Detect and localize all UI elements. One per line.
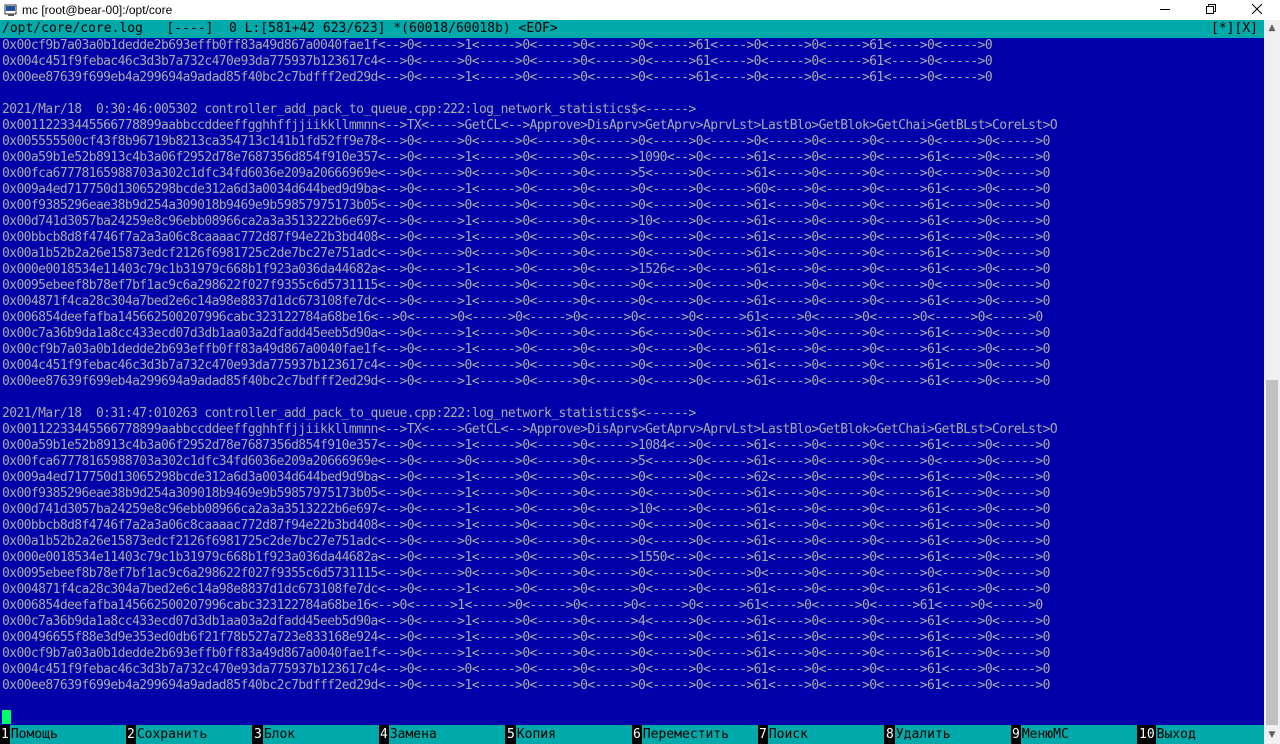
text-line[interactable]: 0x00f9385296eae38b9d254a309018b9469e9b59…	[2, 198, 1264, 214]
restore-icon	[1206, 4, 1216, 14]
text-line[interactable]: 0x00ee87639f699eb4a299694a9adad85f40bc2c…	[2, 70, 1264, 86]
fkey-number: 5	[506, 725, 516, 744]
fkey-4[interactable]: 4 Замена	[379, 725, 505, 744]
fkey-10[interactable]: 10 Выход	[1138, 725, 1264, 744]
fkey-number: 7	[758, 725, 768, 744]
text-line[interactable]	[2, 86, 1264, 102]
text-line[interactable]: 0x00fca67778165988703a302c1dfc34fd6036e2…	[2, 454, 1264, 470]
text-line[interactable]: 0x006854deefafba145662500207996cabc32312…	[2, 310, 1264, 326]
text-line[interactable]: 0x00f9385296eae38b9d254a309018b9469e9b59…	[2, 486, 1264, 502]
text-line[interactable]: 0x009a4ed717750d13065298bcde312a6d3a0034…	[2, 470, 1264, 486]
scroll-down-arrow-icon[interactable]: ▼	[1264, 727, 1280, 744]
vertical-scrollbar[interactable]: ▲ ▼	[1264, 20, 1280, 744]
fkey-1[interactable]: 1 Помощь	[0, 725, 126, 744]
fkey-2[interactable]: 2 Сохранить	[126, 725, 252, 744]
fkey-label: Удалить	[894, 725, 1011, 744]
text-line[interactable]: 0x000e0018534e11403c79c1b31979c668b1f923…	[2, 262, 1264, 278]
text-line[interactable]: 0x00ee87639f699eb4a299694a9adad85f40bc2c…	[2, 678, 1264, 694]
text-line[interactable]: 0x0095ebeef8b78ef7bf1ac9c6a298622f027f93…	[2, 566, 1264, 582]
maximize-button[interactable]	[1188, 0, 1234, 20]
fkey-3[interactable]: 3 Блок	[253, 725, 379, 744]
text-cursor	[2, 710, 11, 724]
text-line[interactable]: 0x00cf9b7a03a0b1dedde2b693effb0ff83a49d8…	[2, 342, 1264, 358]
text-line[interactable]: 2021/Mar/18 0:31:47:010263 controller_ad…	[2, 406, 1264, 422]
text-line[interactable]: 2021/Mar/18 0:30:46:005302 controller_ad…	[2, 102, 1264, 118]
text-line[interactable]: 0x004c451f9febac46c3d3b7a732c470e93da775…	[2, 54, 1264, 70]
text-line[interactable]: 0x000e0018534e11403c79c1b31979c668b1f923…	[2, 550, 1264, 566]
window-title: mc [root@bear-00]:/opt/core	[22, 3, 173, 17]
fkey-8[interactable]: 8 Удалить	[885, 725, 1011, 744]
fkey-5[interactable]: 5 Копия	[506, 725, 632, 744]
fkey-label: Поиск	[767, 725, 884, 744]
window-titlebar: mc [root@bear-00]:/opt/core	[0, 0, 1280, 20]
fkey-number: 6	[632, 725, 642, 744]
close-button[interactable]	[1234, 0, 1280, 20]
text-line[interactable]: 0x00a1b52b2a26e15873edcf2126f6981725c2de…	[2, 534, 1264, 550]
fkey-number: 10	[1138, 725, 1156, 744]
text-line[interactable]: 0x00112233445566778899aabbccddeeffgghhff…	[2, 118, 1264, 134]
text-line[interactable]: 0x009a4ed717750d13065298bcde312a6d3a0034…	[2, 182, 1264, 198]
function-key-bar: 1 Помощь 2 Сохранить 3 Блок 4 Замена 5 Копия 6 Пере…	[0, 725, 1264, 744]
text-line[interactable]: 0x00cf9b7a03a0b1dedde2b693effb0ff83a49d8…	[2, 38, 1264, 54]
fkey-number: 2	[126, 725, 136, 744]
fkey-6[interactable]: 6 Переместить	[632, 725, 758, 744]
minimize-button[interactable]	[1142, 0, 1188, 20]
text-line[interactable]: 0x004871f4ca28c304a7bed2e6c14a98e8837d1d…	[2, 582, 1264, 598]
close-icon	[1251, 3, 1263, 15]
text-line[interactable]: 0x00bbcb8d8f4746f7a2a3a06c8caaaac772d87f…	[2, 230, 1264, 246]
text-line[interactable]: 0x004c451f9febac46c3d3b7a732c470e93da775…	[2, 358, 1264, 374]
editor-terminal[interactable]: /opt/core/core.log [----] 0 L:[581+42 62…	[0, 20, 1264, 744]
text-line[interactable]: 0x00bbcb8d8f4746f7a2a3a06c8caaaac772d87f…	[2, 518, 1264, 534]
text-line[interactable]: 0x0095ebeef8b78ef7bf1ac9c6a298622f027f93…	[2, 278, 1264, 294]
fkey-number: 1	[0, 725, 10, 744]
minimize-icon	[1160, 9, 1170, 10]
text-line[interactable]: 0x00ee87639f699eb4a299694a9adad85f40bc2c…	[2, 374, 1264, 390]
text-line[interactable]: 0x00c7a36b9da1a8cc433ecd07d3db1aa03a2dfa…	[2, 326, 1264, 342]
editor-status-bar: /opt/core/core.log [----] 0 L:[581+42 62…	[0, 20, 1264, 38]
fkey-label: Копия	[515, 725, 632, 744]
text-line[interactable]: 0x00a1b52b2a26e15873edcf2126f6981725c2de…	[2, 246, 1264, 262]
text-line[interactable]: 0x00496655f88e3d9e353ed0db6f21f78b527a72…	[2, 630, 1264, 646]
text-line[interactable]: 0x00112233445566778899aabbccddeeffgghhff…	[2, 422, 1264, 438]
fkey-label: Сохранить	[135, 725, 252, 744]
fkey-number: 4	[379, 725, 389, 744]
text-line[interactable]: 0x004871f4ca28c304a7bed2e6c14a98e8837d1d…	[2, 294, 1264, 310]
fkey-9[interactable]: 9 МенюMC	[1011, 725, 1137, 744]
text-line[interactable]: 0x00d741d3057ba24259e8c96ebb08966ca2a3a3…	[2, 214, 1264, 230]
text-line[interactable]: 0x00a59b1e52b8913c4b3a06f2952d78e7687356…	[2, 438, 1264, 454]
text-line[interactable]: 0x00cf9b7a03a0b1dedde2b693effb0ff83a49d8…	[2, 646, 1264, 662]
fkey-number: 8	[885, 725, 895, 744]
fkey-label: Блок	[262, 725, 379, 744]
file-status: /opt/core/core.log [----] 0 L:[581+42 62…	[2, 21, 558, 36]
file-content[interactable]: 0x00cf9b7a03a0b1dedde2b693effb0ff83a49d8…	[2, 38, 1264, 694]
scrollbar-thumb[interactable]	[1266, 380, 1278, 725]
text-line[interactable]	[2, 390, 1264, 406]
fkey-label: Помощь	[9, 725, 126, 744]
fkey-number: 9	[1011, 725, 1021, 744]
fkey-label: Переместить	[641, 725, 758, 744]
window-controls-text[interactable]: [*][X]	[1211, 20, 1258, 38]
terminal-app-icon	[4, 4, 17, 16]
text-line[interactable]: 0x00d741d3057ba24259e8c96ebb08966ca2a3a3…	[2, 502, 1264, 518]
fkey-label: Выход	[1155, 725, 1264, 744]
fkey-7[interactable]: 7 Поиск	[758, 725, 884, 744]
fkey-number: 3	[253, 725, 263, 744]
fkey-label: МенюMC	[1020, 725, 1137, 744]
scroll-up-arrow-icon[interactable]: ▲	[1264, 20, 1280, 37]
text-line[interactable]: 0x004c451f9febac46c3d3b7a732c470e93da775…	[2, 662, 1264, 678]
text-line[interactable]: 0x006854deefafba145662500207996cabc32312…	[2, 598, 1264, 614]
text-line[interactable]: 0x00a59b1e52b8913c4b3a06f2952d78e7687356…	[2, 150, 1264, 166]
text-line[interactable]: 0x00c7a36b9da1a8cc433ecd07d3db1aa03a2dfa…	[2, 614, 1264, 630]
fkey-label: Замена	[388, 725, 505, 744]
text-line[interactable]: 0x00fca67778165988703a302c1dfc34fd6036e2…	[2, 166, 1264, 182]
text-line[interactable]: 0x005555500cf43f8b96719b8213ca354713c141…	[2, 134, 1264, 150]
